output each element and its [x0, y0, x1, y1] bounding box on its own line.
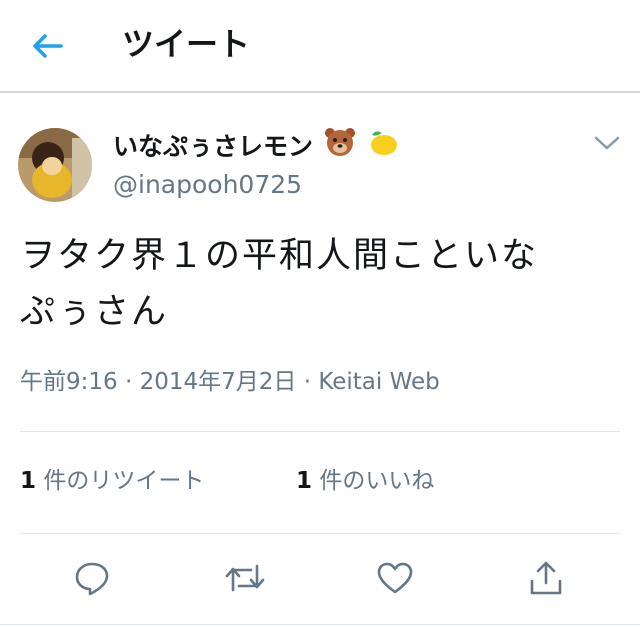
tweet-text-line: ぷぅさん [20, 292, 169, 332]
retweet-count[interactable]: 1 件のリツイート [20, 463, 204, 499]
retweet-count-label: 件のリツイート [36, 468, 205, 494]
display-name-text: いなぷぅさレモン [113, 132, 314, 161]
bear-face-icon [324, 127, 356, 169]
retweet-button[interactable] [225, 558, 265, 598]
share-button[interactable] [526, 558, 566, 598]
user-handle[interactable]: @inapooh0725 [113, 167, 302, 203]
back-button[interactable] [26, 24, 70, 68]
chevron-down-icon[interactable] [592, 132, 622, 154]
arrow-left-icon [33, 34, 63, 58]
like-button[interactable] [375, 558, 415, 598]
like-count-label: 件のいいね [312, 468, 435, 494]
divider [20, 533, 620, 534]
like-icon [377, 562, 413, 594]
reply-icon [75, 562, 109, 596]
reply-button[interactable] [72, 558, 112, 598]
tweet-text-line: ヲタク界１の平和人間こといな [20, 236, 539, 276]
share-icon [530, 561, 562, 595]
like-count[interactable]: 1 件のいいね [296, 463, 434, 499]
retweet-icon [225, 564, 265, 592]
retweet-count-value: 1 [20, 468, 37, 494]
divider [20, 431, 620, 432]
tweet-text: ヲタク界１の平和人間こといな ぷぅさん [20, 228, 620, 340]
page-title: ツイート [122, 25, 251, 63]
display-name[interactable]: いなぷぅさレモン [113, 127, 400, 169]
like-count-value: 1 [296, 468, 313, 494]
top-bar: ツイート [0, 0, 640, 93]
avatar[interactable] [18, 128, 92, 202]
divider [0, 624, 640, 625]
tweet-timestamp[interactable]: 午前9:16 · 2014年7月2日 · Keitai Web [20, 364, 440, 400]
lemon-icon [366, 127, 400, 169]
